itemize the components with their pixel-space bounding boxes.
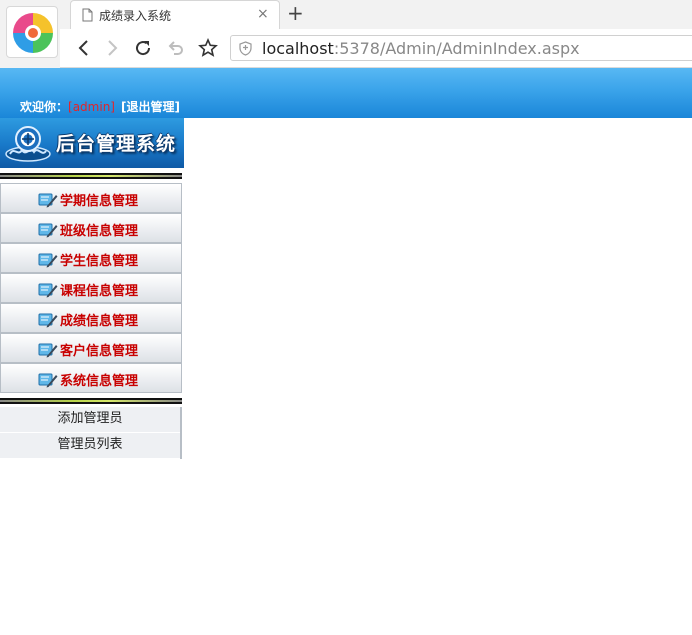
reload-icon[interactable]	[133, 38, 153, 58]
url-path: :5378/Admin/AdminIndex.aspx	[333, 39, 580, 58]
page-content: 欢迎你：[admin] [退出管理] 后台管理系统 学期信息管理 班级信息管理 …	[0, 68, 692, 635]
system-banner: 后台管理系统	[0, 118, 184, 168]
back-icon[interactable]	[74, 38, 94, 58]
undo-icon[interactable]	[166, 38, 186, 58]
menu-item-course[interactable]: 课程信息管理	[0, 273, 182, 303]
menu-item-customer[interactable]: 客户信息管理	[0, 333, 182, 363]
sidebar: 后台管理系统 学期信息管理 班级信息管理 学生信息管理 课程信息管理 成绩信息管…	[0, 118, 184, 461]
current-user: [admin]	[68, 100, 115, 114]
admin-submenu: 添加管理员 管理员列表	[0, 407, 182, 459]
add-admin-link[interactable]: 添加管理员	[0, 407, 180, 433]
edit-document-icon	[38, 313, 58, 328]
main-menu: 学期信息管理 班级信息管理 学生信息管理 课程信息管理 成绩信息管理 客户信息管…	[0, 183, 182, 393]
menu-item-label: 学生信息管理	[60, 254, 139, 269]
menu-item-class[interactable]: 班级信息管理	[0, 213, 182, 243]
browser-tab[interactable]: 成绩录入系统 ×	[70, 0, 280, 29]
url-text: localhost:5378/Admin/AdminIndex.aspx	[262, 39, 580, 58]
menu-item-system[interactable]: 系统信息管理	[0, 363, 182, 393]
browser-toolbar: localhost:5378/Admin/AdminIndex.aspx	[60, 29, 692, 68]
edit-document-icon	[38, 223, 58, 238]
sidebar-divider	[0, 398, 182, 404]
url-host: localhost	[262, 39, 334, 58]
security-shield-icon[interactable]	[239, 41, 252, 56]
menu-item-label: 学期信息管理	[60, 194, 139, 209]
bookmark-star-icon[interactable]	[198, 38, 218, 58]
welcome-label: 欢迎你：	[20, 100, 69, 114]
address-bar[interactable]: localhost:5378/Admin/AdminIndex.aspx	[230, 35, 692, 61]
top-banner: 欢迎你：[admin] [退出管理]	[0, 68, 692, 118]
browser-logo-icon	[6, 6, 58, 58]
menu-item-label: 客户信息管理	[60, 344, 139, 359]
menu-item-label: 成绩信息管理	[60, 314, 139, 329]
menu-item-term[interactable]: 学期信息管理	[0, 183, 182, 213]
welcome-line: 欢迎你：[admin] [退出管理]	[20, 98, 180, 115]
edit-document-icon	[38, 283, 58, 298]
edit-document-icon	[38, 193, 58, 208]
page-icon	[82, 8, 93, 22]
menu-item-label: 课程信息管理	[60, 284, 139, 299]
forward-icon[interactable]	[102, 38, 122, 58]
edit-document-icon	[38, 373, 58, 388]
menu-item-score[interactable]: 成绩信息管理	[0, 303, 182, 333]
menu-item-label: 系统信息管理	[60, 374, 139, 389]
tab-close-icon[interactable]: ×	[257, 6, 269, 22]
sidebar-divider	[0, 173, 182, 179]
system-title: 后台管理系统	[56, 133, 177, 155]
menu-item-label: 班级信息管理	[60, 224, 139, 239]
logout-link[interactable]: [退出管理]	[121, 100, 180, 114]
new-tab-button[interactable]: +	[287, 3, 304, 23]
system-logo-icon	[5, 126, 51, 162]
edit-document-icon	[38, 343, 58, 358]
tab-title: 成绩录入系统	[99, 9, 172, 23]
browser-chrome: 成绩录入系统 × + localhost:5378/Admin/AdminInd…	[0, 0, 692, 68]
admin-list-link[interactable]: 管理员列表	[0, 433, 180, 459]
edit-document-icon	[38, 253, 58, 268]
menu-item-student[interactable]: 学生信息管理	[0, 243, 182, 273]
